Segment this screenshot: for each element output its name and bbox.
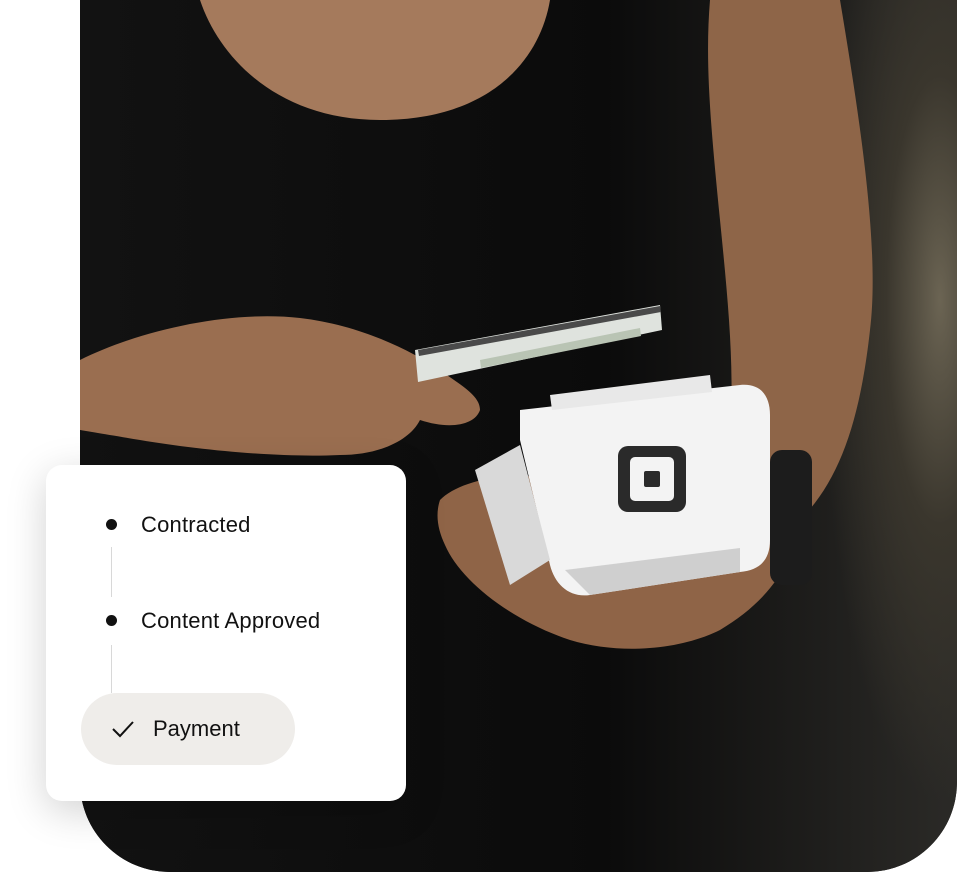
hero-visual: Contracted Content Approved Payment: [0, 0, 957, 872]
step-payment-current: Payment: [81, 693, 295, 765]
check-icon: [112, 721, 134, 738]
step-connector: [111, 645, 112, 693]
step-dot-content-approved: [106, 615, 117, 626]
step-connector: [111, 547, 112, 597]
step-label-payment: Payment: [153, 716, 240, 741]
step-label-content-approved: Content Approved: [141, 608, 321, 633]
step-label-contracted: Contracted: [141, 512, 251, 537]
step-dot-contracted: [106, 519, 117, 530]
payment-status-card: Contracted Content Approved Payment: [46, 465, 406, 801]
neck-skin: [200, 0, 550, 120]
left-hand: [80, 316, 480, 456]
wrist-watch: [770, 450, 812, 585]
square-logo-icon: [618, 446, 686, 512]
credit-card: [415, 305, 662, 382]
